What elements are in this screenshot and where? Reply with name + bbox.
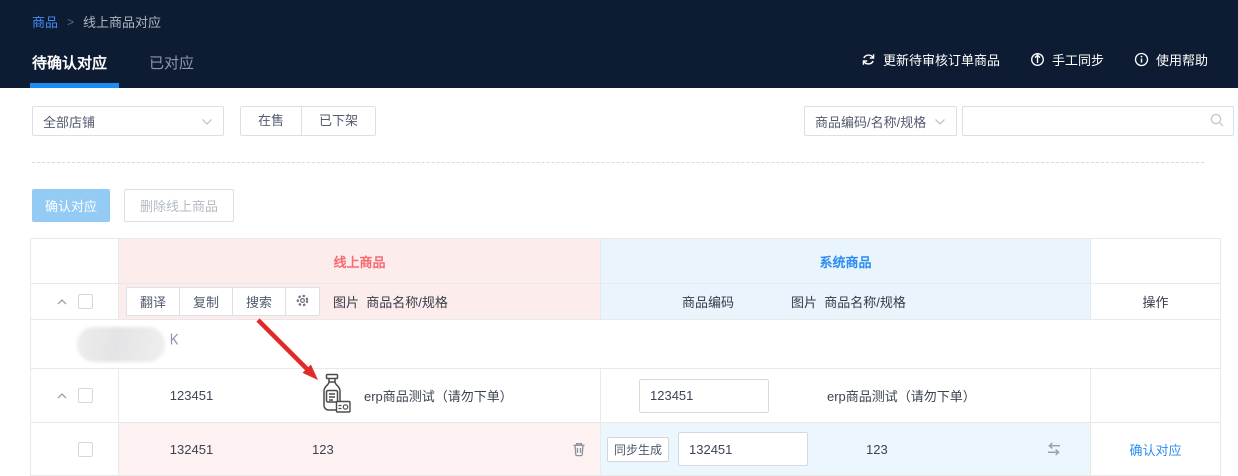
online-sub-header-cell: 翻译 复制 搜索 图片 商品名称/规格 xyxy=(119,284,601,320)
refresh-pending-orders-button[interactable]: 更新待审核订单商品 xyxy=(861,50,1000,69)
refresh-pending-orders-label: 更新待审核订单商品 xyxy=(883,50,1000,69)
search-button[interactable]: 搜索 xyxy=(232,288,285,315)
chevron-down-icon xyxy=(934,114,946,129)
search-area: 商品编码/名称/规格 xyxy=(804,106,1234,136)
manual-sync-label: 手工同步 xyxy=(1052,50,1104,69)
breadcrumb: 商品 > 线上商品对应 xyxy=(32,12,161,31)
system-code-input[interactable] xyxy=(639,379,769,413)
system-subheader-label: 图片 商品名称/规格 xyxy=(791,292,906,311)
delete-online-product-button[interactable]: 删除线上商品 xyxy=(124,189,234,222)
tab-matched[interactable]: 已对应 xyxy=(149,47,194,88)
copy-button[interactable]: 复制 xyxy=(179,288,232,315)
shop-platform-icon xyxy=(169,332,180,349)
collapse-all-caret-icon[interactable] xyxy=(55,299,69,305)
shop-group-row xyxy=(31,320,1221,369)
product-match-table: 线上商品 系统商品 翻译 复制 搜索 xyxy=(30,238,1221,476)
breadcrumb-root-link[interactable]: 商品 xyxy=(32,12,58,31)
online-subheader-label: 图片 商品名称/规格 xyxy=(333,292,448,311)
table-group-header-row: 线上商品 系统商品 xyxy=(31,239,1221,284)
chevron-down-icon xyxy=(201,114,213,129)
confirm-match-link[interactable]: 确认对应 xyxy=(1091,440,1220,459)
row-select-cell xyxy=(31,369,119,423)
gear-icon xyxy=(295,293,310,311)
help-label: 使用帮助 xyxy=(1156,50,1208,69)
redacted-shop-name xyxy=(77,327,165,362)
online-toolbar: 翻译 复制 搜索 xyxy=(126,287,320,316)
active-tab-underline xyxy=(30,83,119,88)
search-input[interactable] xyxy=(973,114,1209,129)
trash-icon[interactable] xyxy=(571,441,587,457)
help-button[interactable]: 使用帮助 xyxy=(1134,50,1208,69)
online-product-code: 132451 xyxy=(119,442,264,457)
tab-matched-label: 已对应 xyxy=(149,55,194,72)
topbar-actions: 更新待审核订单商品 手工同步 使用帮助 xyxy=(861,50,1208,69)
operation-cell: 确认对应 xyxy=(1091,423,1221,476)
confirm-match-button[interactable]: 确认对应 xyxy=(32,189,110,222)
off-shelf-button[interactable]: 已下架 xyxy=(301,107,375,135)
system-sub-header-cell: 商品编码 图片 商品名称/规格 xyxy=(601,284,1091,320)
bulk-actions: 确认对应 删除线上商品 xyxy=(32,189,234,222)
online-product-cell: 132451 123 xyxy=(119,423,601,476)
row-checkbox[interactable] xyxy=(78,388,93,403)
breadcrumb-separator: > xyxy=(67,15,74,29)
shop-select[interactable]: 全部店铺 xyxy=(32,106,224,136)
translate-button[interactable]: 翻译 xyxy=(127,288,179,315)
collapse-row-caret-icon[interactable] xyxy=(55,393,69,399)
system-product-name: 123 xyxy=(866,442,888,457)
system-product-cell: erp商品测试（请勿下单） xyxy=(601,369,1091,423)
table-sub-header-row: 翻译 复制 搜索 图片 商品名称/规格 商品编码 图片 商品名称/规格 操作 xyxy=(31,284,1221,320)
select-all-checkbox[interactable] xyxy=(78,294,93,309)
product-bottle-image-icon[interactable] xyxy=(312,373,352,418)
tab-pending-match[interactable]: 待确认对应 xyxy=(32,47,107,88)
sale-status-button-group: 在售 已下架 xyxy=(240,106,376,136)
shop-select-value: 全部店铺 xyxy=(43,112,95,131)
search-icon[interactable] xyxy=(1209,112,1225,131)
operation-cell xyxy=(1091,369,1221,423)
dashed-divider xyxy=(32,162,1204,163)
tab-pending-label: 待确认对应 xyxy=(32,55,107,72)
on-sale-button[interactable]: 在售 xyxy=(241,107,301,135)
row-checkbox[interactable] xyxy=(78,442,93,457)
table-row: 123451 xyxy=(31,369,1221,423)
online-product-cell: 123451 xyxy=(119,369,601,423)
online-product-code: 123451 xyxy=(119,388,264,403)
manual-sync-button[interactable]: 手工同步 xyxy=(1030,50,1104,69)
settings-button[interactable] xyxy=(285,288,319,315)
search-type-select[interactable]: 商品编码/名称/规格 xyxy=(804,106,957,136)
breadcrumb-current: 线上商品对应 xyxy=(83,12,161,31)
online-product-name: 123 xyxy=(312,442,334,457)
group-header-empty-cell xyxy=(1091,239,1221,284)
table-row: 132451 123 同步生成 123 确认对应 xyxy=(31,423,1221,476)
operation-header-cell: 操作 xyxy=(1091,284,1221,320)
system-product-name: erp商品测试（请勿下单） xyxy=(827,386,976,405)
search-type-value: 商品编码/名称/规格 xyxy=(815,112,926,131)
search-box xyxy=(962,106,1234,136)
refresh-icon xyxy=(861,52,876,67)
shop-group-cell xyxy=(31,320,1221,369)
upload-circle-icon xyxy=(1030,52,1045,67)
online-product-name: erp商品测试（请勿下单） xyxy=(364,386,513,405)
swap-arrows-icon[interactable] xyxy=(1045,441,1063,457)
select-all-cell xyxy=(31,284,119,320)
topbar: 商品 > 线上商品对应 待确认对应 已对应 更新待审核订单商品 手工同步 xyxy=(0,0,1238,88)
row-select-cell xyxy=(31,423,119,476)
system-product-group-header: 系统商品 xyxy=(601,239,1091,284)
online-product-group-header: 线上商品 xyxy=(119,239,601,284)
tab-bar: 待确认对应 已对应 xyxy=(32,47,194,88)
group-header-empty-cell xyxy=(31,239,119,284)
system-code-header-label: 商品编码 xyxy=(682,292,734,311)
system-product-cell: 同步生成 123 xyxy=(601,423,1091,476)
system-code-input[interactable] xyxy=(678,432,808,466)
info-icon xyxy=(1134,52,1149,67)
sync-generated-tag: 同步生成 xyxy=(607,437,669,462)
